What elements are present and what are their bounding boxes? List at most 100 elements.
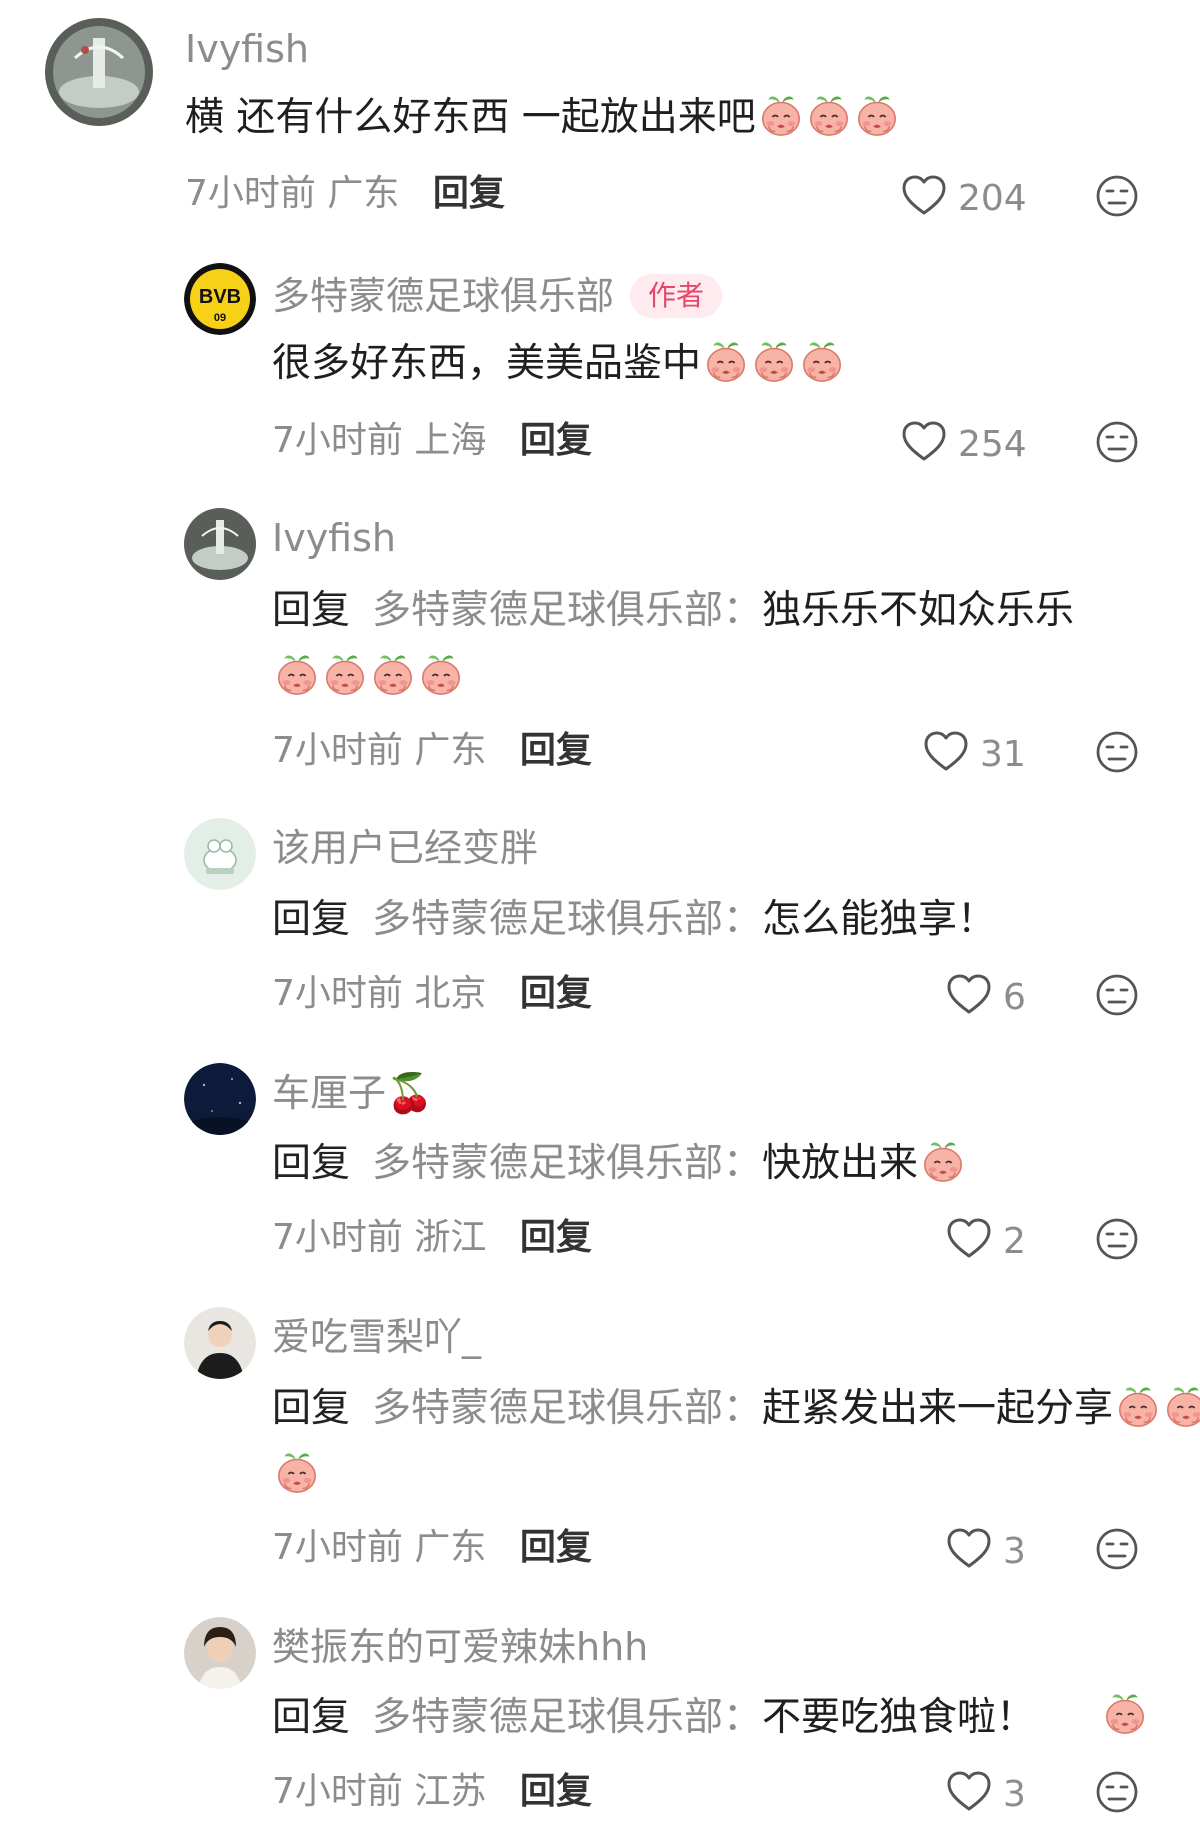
neutral-face-icon[interactable] (1095, 730, 1139, 774)
comment-text: 回复 多特蒙德足球俱乐部：独乐乐不如众乐乐 (272, 578, 1200, 710)
like-count: 3 (1003, 1774, 1026, 1815)
avatar[interactable] (184, 1063, 256, 1135)
like-count: 3 (1003, 1531, 1026, 1572)
heart-outline-icon (922, 728, 970, 776)
reply-prefix: 回复 (272, 588, 351, 633)
peach-face-emoji (854, 92, 900, 138)
reply-button[interactable]: 回复 (433, 173, 505, 214)
like-button[interactable]: 31 (922, 728, 1026, 776)
comment-text: 横 还有什么好东西 一起放出来吧 (185, 86, 1145, 150)
author-badge: 作者 (630, 274, 723, 318)
peach-face-emoji (1115, 1383, 1161, 1429)
location: 上海 (414, 420, 487, 461)
peach-face-emoji (751, 338, 797, 384)
comment-meta: 7小时前 广东 回复 (185, 176, 505, 212)
reply-button[interactable]: 回复 (520, 420, 592, 461)
reply-button[interactable]: 回复 (520, 1771, 592, 1812)
like-button[interactable]: 3 (945, 1525, 1026, 1573)
heart-outline-icon (945, 1215, 993, 1263)
peach-face-emoji (274, 651, 320, 697)
peach-face-emoji (806, 92, 852, 138)
heart-outline-icon (900, 418, 948, 466)
comment-text: 回复 多特蒙德足球俱乐部：不要吃独食啦！ (272, 1686, 1152, 1750)
comment-content: 快放出来 (762, 1141, 919, 1186)
username[interactable]: 樊振东的可爱辣妹hhh (272, 1628, 648, 1666)
comment-content: 横 还有什么好东西 一起放出来吧 (185, 95, 756, 140)
avatar[interactable] (184, 1307, 256, 1379)
heart-outline-icon (945, 1525, 993, 1573)
peach-face-emoji (1163, 1383, 1200, 1429)
like-button[interactable]: 2 (945, 1215, 1026, 1263)
like-button[interactable]: 6 (945, 971, 1026, 1019)
avatar[interactable] (45, 18, 153, 126)
comment-content: 独乐乐不如众乐乐 (762, 588, 1075, 633)
comment-text: 回复 多特蒙德足球俱乐部：怎么能独享！ (272, 888, 1200, 952)
reply-target[interactable]: 多特蒙德足球俱乐部： (372, 897, 762, 942)
reply-prefix: 回复 (272, 897, 351, 942)
reply-button[interactable]: 回复 (520, 973, 592, 1014)
reply-button[interactable]: 回复 (520, 730, 592, 771)
peach-face-emoji (799, 338, 845, 384)
reply-button[interactable]: 回复 (520, 1527, 592, 1568)
username[interactable]: 爱吃雪梨吖_ (272, 1318, 481, 1356)
reply-target[interactable]: 多特蒙德足球俱乐部： (372, 1141, 762, 1186)
avatar[interactable] (184, 818, 256, 890)
reply-prefix: 回复 (272, 1386, 351, 1431)
peach-face-emoji (322, 651, 368, 697)
peach-face-emoji (920, 1138, 966, 1184)
peach-face-emoji (758, 92, 804, 138)
like-count: 6 (1003, 977, 1026, 1018)
username[interactable]: 车厘子🍒 (272, 1074, 433, 1112)
like-count: 31 (980, 734, 1026, 775)
svg-text:09: 09 (214, 312, 226, 324)
heart-outline-icon (900, 172, 948, 220)
reply-target[interactable]: 多特蒙德足球俱乐部： (372, 1386, 762, 1431)
neutral-face-icon[interactable] (1095, 420, 1139, 464)
timestamp: 7小时前 (185, 173, 316, 214)
comment-meta: 7小时前 江苏 回复 (272, 1774, 592, 1810)
comment-content: 怎么能独享！ (762, 897, 997, 942)
neutral-face-icon[interactable] (1095, 1770, 1139, 1814)
neutral-face-icon[interactable] (1095, 973, 1139, 1017)
reply-button[interactable]: 回复 (520, 1217, 592, 1258)
avatar[interactable] (184, 1617, 256, 1689)
neutral-face-icon[interactable] (1095, 1527, 1139, 1571)
like-button[interactable]: 254 (900, 418, 1027, 466)
timestamp: 7小时前 (272, 730, 403, 771)
username[interactable]: 多特蒙德足球俱乐部 作者 (272, 274, 723, 318)
peach-emoji-row (272, 654, 464, 699)
comment-text: 回复 多特蒙德足球俱乐部：快放出来 (272, 1132, 1200, 1196)
peach-face-emoji (418, 651, 464, 697)
peach-emoji-row (918, 1141, 966, 1186)
like-count: 2 (1003, 1221, 1026, 1262)
neutral-face-icon[interactable] (1095, 174, 1139, 218)
location: 北京 (414, 973, 487, 1014)
username[interactable]: Ivyfish (185, 30, 309, 68)
location: 浙江 (414, 1217, 487, 1258)
reply-prefix: 回复 (272, 1141, 351, 1186)
timestamp: 7小时前 (272, 1217, 403, 1258)
location: 广东 (327, 173, 400, 214)
reply-target[interactable]: 多特蒙德足球俱乐部： (372, 1695, 762, 1740)
peach-face-emoji (703, 338, 749, 384)
reply-target[interactable]: 多特蒙德足球俱乐部： (372, 588, 762, 633)
like-count: 204 (958, 178, 1027, 219)
comment-content: 赶紧发出来一起分享 (762, 1386, 1114, 1431)
timestamp: 7小时前 (272, 1771, 403, 1812)
avatar[interactable]: BVB 09 (184, 263, 256, 335)
comment-text: 很多好东西，美美品鉴中 (272, 332, 1200, 396)
location: 广东 (414, 730, 487, 771)
username[interactable]: 该用户已经变胖 (272, 829, 538, 867)
comment-content: 很多好东西，美美品鉴中 (272, 341, 702, 386)
comment-meta: 7小时前 广东 回复 (272, 733, 592, 769)
timestamp: 7小时前 (272, 1527, 403, 1568)
comment-meta: 7小时前 浙江 回复 (272, 1220, 592, 1256)
peach-emoji-row (701, 341, 845, 386)
like-button[interactable]: 204 (900, 172, 1027, 220)
comment-text: 回复 多特蒙德足球俱乐部：赶紧发出来一起分享 (272, 1376, 1200, 1508)
neutral-face-icon[interactable] (1095, 1217, 1139, 1261)
avatar[interactable] (184, 508, 256, 580)
comment-meta: 7小时前 北京 回复 (272, 976, 592, 1012)
username[interactable]: Ivyfish (272, 519, 396, 557)
like-button[interactable]: 3 (945, 1768, 1026, 1816)
